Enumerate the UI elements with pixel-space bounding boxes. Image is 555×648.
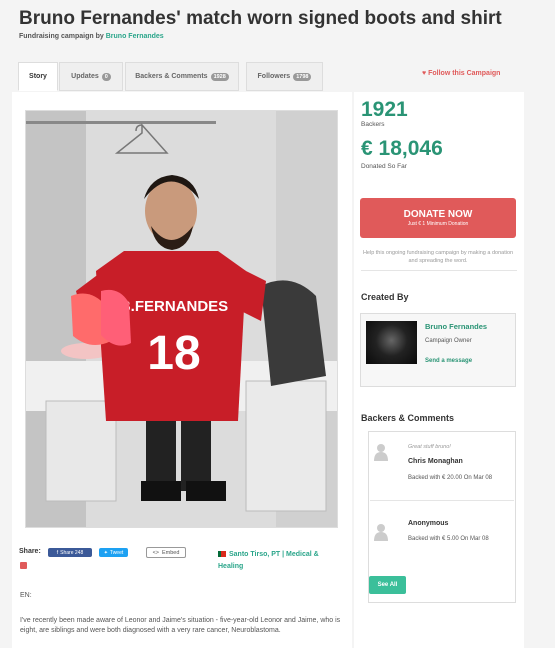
campaign-hero-image: B.FERNANDES 18	[25, 110, 338, 528]
tweet-button[interactable]: ✦ Tweet	[99, 548, 128, 557]
facebook-icon: f	[56, 549, 59, 556]
backer-name: Chris Monaghan	[408, 458, 463, 465]
created-by-heading: Created By	[361, 292, 409, 302]
donate-now-button[interactable]: DONATE NOW Just € 1 Minimum Donation	[360, 198, 516, 238]
backer-amount: Backed with € 20.00 On Mar 08	[408, 475, 493, 481]
creator-avatar[interactable]	[366, 321, 417, 364]
tab-backers-comments[interactable]: Backers & Comments 1928	[125, 62, 239, 91]
follow-campaign-link[interactable]: ♥ Follow this Campaign	[422, 70, 500, 77]
share-label: Share:	[19, 548, 41, 555]
backers-label: Backers	[361, 121, 385, 128]
tab-followers-label: Followers	[257, 73, 291, 80]
donate-help-text: Help this ongoing fundraising campaign b…	[362, 250, 514, 264]
creator-name-link[interactable]: Bruno Fernandes	[425, 322, 487, 331]
locker-room-photo: B.FERNANDES 18	[26, 111, 337, 527]
tweet-label: Tweet	[109, 549, 124, 556]
user-silhouette-icon	[374, 524, 388, 541]
backers-count: 1921	[361, 98, 408, 121]
portugal-flag-icon	[218, 551, 226, 558]
user-silhouette-icon	[374, 444, 388, 461]
twitter-bird-icon: ✦	[103, 549, 108, 556]
donate-label: DONATE NOW	[403, 209, 473, 220]
see-all-button[interactable]: See All	[369, 576, 406, 594]
tab-followers[interactable]: Followers 1798	[246, 62, 323, 91]
byline-prefix: Fundraising campaign by	[19, 33, 104, 40]
updates-count-badge: 0	[101, 72, 111, 81]
donate-sublabel: Just € 1 Minimum Donation	[407, 221, 469, 227]
page-title: Bruno Fernandes' match worn signed boots…	[19, 8, 502, 29]
donated-label: Donated So Far	[361, 163, 407, 170]
sidebar-divider	[361, 270, 517, 271]
tab-story-label: Story	[29, 73, 47, 80]
backers-comments-count-badge: 1928	[210, 72, 229, 81]
heart-icon: ♥	[422, 70, 427, 77]
comments-divider	[370, 500, 514, 501]
campaign-page: Bruno Fernandes' match worn signed boots…	[0, 0, 555, 648]
tab-backers-comments-label: Backers & Comments	[135, 73, 208, 80]
byline: Fundraising campaign by Bruno Fernandes	[19, 33, 164, 40]
followers-count-badge: 1798	[293, 72, 312, 81]
creator-link[interactable]: Bruno Fernandes	[106, 33, 164, 40]
jersey-number: 18	[147, 327, 200, 380]
story-language-label: EN:	[20, 592, 32, 599]
creator-role: Campaign Owner	[425, 338, 472, 344]
backer-name: Anonymous	[408, 520, 449, 527]
code-brackets-icon: <>	[152, 549, 159, 556]
backers-comments-heading: Backers & Comments	[361, 413, 455, 423]
tab-story[interactable]: Story	[18, 62, 58, 91]
location-text: Santo Tirso, PT | Medical & Healing	[218, 551, 319, 570]
story-text: I've recently been made aware of Leonor …	[20, 617, 341, 634]
backer-amount: Backed with € 5.00 On Mar 08	[408, 536, 489, 542]
backer-comment: Great stuff bruno!	[408, 444, 451, 450]
jersey-name: B.FERNANDES	[120, 298, 228, 315]
tab-updates-label: Updates	[71, 73, 99, 80]
embed-label: Embed	[162, 549, 180, 556]
follow-label: Follow this Campaign	[428, 70, 501, 77]
more-share-icon[interactable]	[20, 562, 27, 569]
facebook-share-label: Share 248	[60, 549, 84, 556]
embed-button[interactable]: <> Embed	[146, 547, 186, 558]
donated-amount: € 18,046	[361, 137, 443, 160]
facebook-share-button[interactable]: f Share 248	[48, 548, 92, 557]
send-message-link[interactable]: Send a message	[425, 358, 472, 364]
tab-updates[interactable]: Updates 0	[59, 62, 123, 91]
location-category[interactable]: Santo Tirso, PT | Medical & Healing	[218, 549, 338, 573]
tab-bar: Story Updates 0 Backers & Comments 1928 …	[18, 62, 324, 91]
